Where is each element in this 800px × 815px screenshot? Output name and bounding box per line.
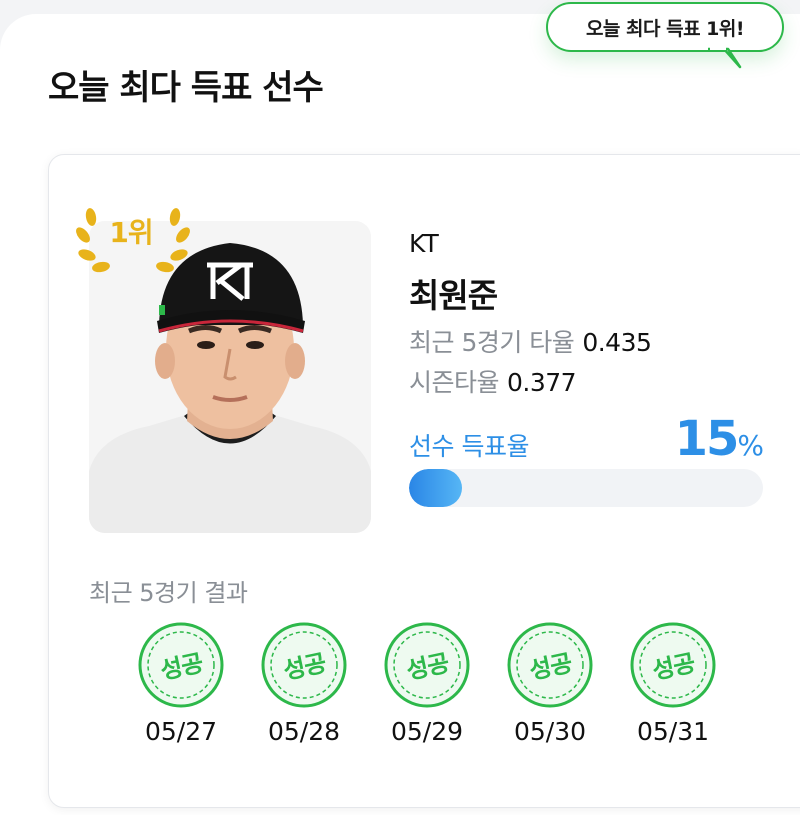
recent-game-item: 성공 05/30 bbox=[500, 621, 600, 751]
recent-games-list: 성공 05/27 성공 05/28 성공 05/29 성공 05/30 성공 05/31 bbox=[131, 621, 731, 751]
page-title: 오늘 최다 득표 선수 bbox=[48, 68, 324, 108]
stat-value: 0.435 bbox=[582, 328, 652, 357]
recent-games-label: 최근 5경기 결과 bbox=[89, 579, 248, 607]
recent-game-item: 성공 05/28 bbox=[254, 621, 354, 751]
player-name: 최원준 bbox=[409, 276, 498, 315]
stat-label: 최근 5경기 타율 bbox=[409, 328, 575, 357]
bubble-text: 오늘 최다 득표 1위! bbox=[585, 17, 745, 40]
stat-season-avg: 시즌타율 0.377 bbox=[409, 363, 577, 399]
game-date: 05/28 bbox=[267, 717, 341, 746]
bubble-tail-icon bbox=[708, 47, 742, 69]
game-date: 05/30 bbox=[513, 717, 587, 746]
vote-progress-fill bbox=[409, 469, 463, 507]
game-date: 05/27 bbox=[144, 717, 218, 746]
player-card[interactable]: 1위 KT 최원준 최근 5경기 타율 0.435 시즌타율 0.377 선수 득표… bbox=[48, 154, 800, 808]
vote-rate-label: 선수 득표율 bbox=[409, 432, 529, 461]
rank-label: 1위 bbox=[109, 216, 153, 249]
recent-game-item: 성공 05/27 bbox=[131, 621, 231, 751]
vote-percent-unit: % bbox=[737, 429, 764, 462]
stat-value: 0.377 bbox=[507, 368, 577, 397]
vote-percent-number: 15 bbox=[674, 411, 740, 467]
team-name: KT bbox=[409, 229, 439, 258]
recent-game-item: 성공 05/31 bbox=[623, 621, 723, 751]
vote-rate-value: 15% bbox=[669, 411, 764, 467]
recent-game-item: 성공 05/29 bbox=[377, 621, 477, 751]
stat-recent-avg: 최근 5경기 타율 0.435 bbox=[409, 323, 652, 359]
game-date: 05/31 bbox=[636, 717, 710, 746]
top-voted-speech-bubble: 오늘 최다 득표 1위! bbox=[546, 2, 784, 52]
stat-label: 시즌타율 bbox=[409, 368, 500, 397]
game-date: 05/29 bbox=[390, 717, 464, 746]
vote-progress-bar bbox=[409, 469, 763, 507]
